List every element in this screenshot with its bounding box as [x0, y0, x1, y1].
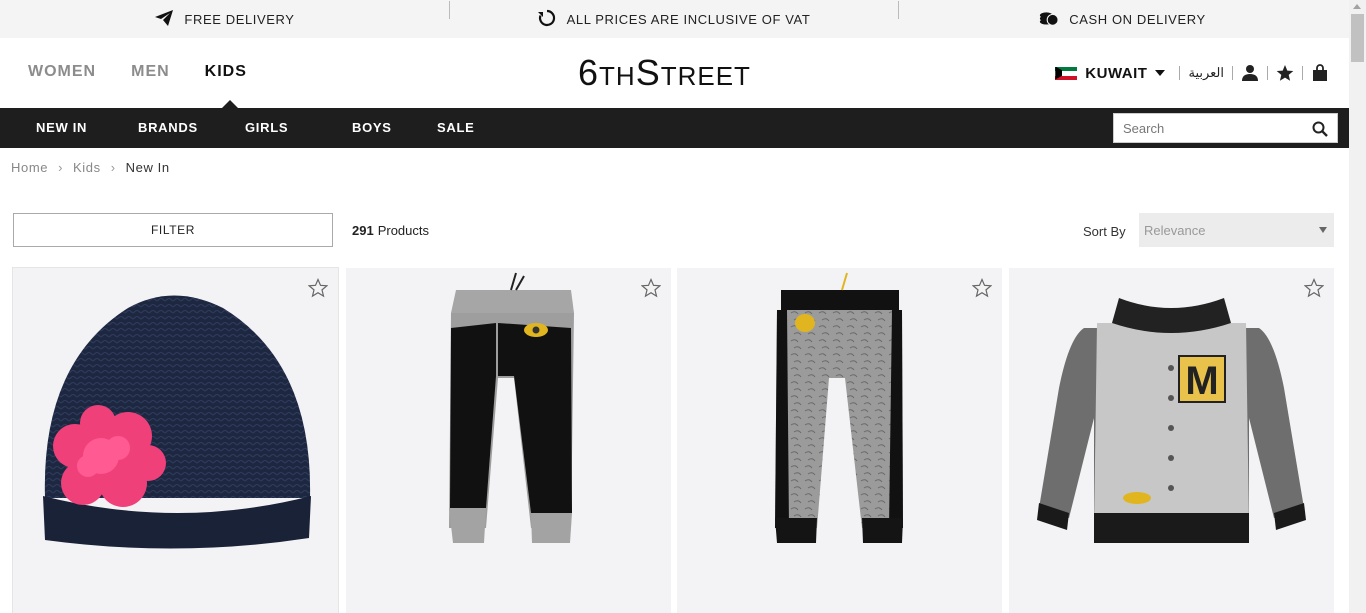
language-switch[interactable]: العربية — [1188, 65, 1224, 81]
search-input[interactable] — [1114, 114, 1304, 142]
product-card[interactable]: M — [1009, 268, 1334, 613]
tab-women[interactable]: WOMEN — [28, 63, 96, 81]
breadcrumb-kids[interactable]: Kids — [73, 160, 101, 175]
wishlist-star-icon[interactable] — [1303, 277, 1325, 298]
chevron-down-icon[interactable] — [1155, 70, 1166, 76]
filter-button[interactable]: FILTER — [13, 213, 333, 247]
kuwait-flag-icon — [1055, 66, 1078, 80]
divider — [1179, 66, 1181, 80]
page: FREE DELIVERY ALL PRICES ARE INCLUSIVE O… — [0, 0, 1366, 613]
product-image-joggers-black[interactable] — [346, 268, 671, 613]
country-selector[interactable]: KUWAIT — [1085, 65, 1147, 82]
search-icon[interactable] — [1312, 121, 1328, 137]
promo-label: FREE DELIVERY — [184, 11, 295, 27]
product-image-joggers-print[interactable] — [677, 268, 1002, 613]
product-card[interactable] — [346, 268, 671, 613]
page-scrollbar[interactable] — [1349, 0, 1366, 613]
user-icon[interactable] — [1241, 64, 1259, 82]
promo-free-delivery: FREE DELIVERY — [0, 9, 449, 30]
sort-label: Sort By — [1083, 224, 1126, 239]
product-image-beanie[interactable] — [13, 268, 338, 613]
product-grid: M — [13, 268, 1335, 613]
shopping-bag-icon[interactable] — [1311, 64, 1329, 82]
promo-vat: ALL PRICES ARE INCLUSIVE OF VAT — [449, 0, 898, 30]
breadcrumb-current: New In — [125, 160, 170, 175]
site-header: WOMEN MEN KIDS 6THSTREET KUWAIT العربية — [0, 38, 1349, 108]
nav-new-in[interactable]: NEW IN — [36, 120, 138, 135]
promo-bar: FREE DELIVERY ALL PRICES ARE INCLUSIVE O… — [0, 0, 1349, 38]
chevron-down-icon — [1319, 227, 1327, 233]
nav-boys[interactable]: BOYS — [352, 120, 437, 135]
wishlist-star-icon[interactable] — [307, 277, 329, 298]
sort-select[interactable]: Relevance — [1139, 213, 1334, 247]
site-logo[interactable]: 6THSTREET — [578, 52, 751, 94]
product-card[interactable] — [13, 268, 338, 613]
divider — [1302, 66, 1303, 80]
product-card[interactable] — [677, 268, 1002, 613]
coins-icon — [1039, 9, 1059, 30]
header-tools: KUWAIT العربية — [1055, 64, 1329, 82]
wishlist-star-icon[interactable] — [640, 277, 662, 298]
breadcrumb: Home › Kids › New In — [11, 160, 170, 175]
promo-cod: CASH ON DELIVERY — [898, 0, 1347, 30]
nav-girls[interactable]: GIRLS — [245, 120, 352, 135]
promo-label: CASH ON DELIVERY — [1069, 11, 1206, 27]
breadcrumb-home[interactable]: Home — [11, 160, 48, 175]
active-tab-indicator — [222, 100, 238, 108]
tab-men[interactable]: MEN — [131, 63, 170, 81]
refresh-icon — [537, 9, 557, 30]
wishlist-star-icon[interactable] — [971, 277, 993, 298]
chevron-right-icon: › — [110, 160, 116, 175]
product-image-varsity-jacket[interactable]: M — [1009, 268, 1334, 613]
scrollbar-thumb[interactable] — [1351, 14, 1364, 62]
wishlist-star-icon[interactable] — [1276, 64, 1294, 82]
nav-brands[interactable]: BRANDS — [138, 120, 245, 135]
sort-value: Relevance — [1144, 222, 1206, 238]
nav-sale[interactable]: SALE — [437, 120, 497, 135]
search-box — [1113, 113, 1338, 143]
scroll-up-icon[interactable] — [1353, 4, 1361, 9]
category-nav: NEW IN BRANDS GIRLS BOYS SALE — [36, 120, 497, 135]
divider — [1232, 66, 1233, 80]
divider — [1267, 66, 1268, 80]
tab-kids[interactable]: KIDS — [205, 63, 247, 81]
svg-text:M: M — [1185, 359, 1218, 403]
promo-label: ALL PRICES ARE INCLUSIVE OF VAT — [566, 11, 811, 27]
product-count: 291 Products — [352, 223, 430, 238]
gender-nav: WOMEN MEN KIDS — [28, 63, 247, 81]
category-nav-bar: NEW IN BRANDS GIRLS BOYS SALE — [0, 108, 1349, 148]
paper-plane-icon — [154, 9, 174, 30]
chevron-right-icon: › — [58, 160, 64, 175]
